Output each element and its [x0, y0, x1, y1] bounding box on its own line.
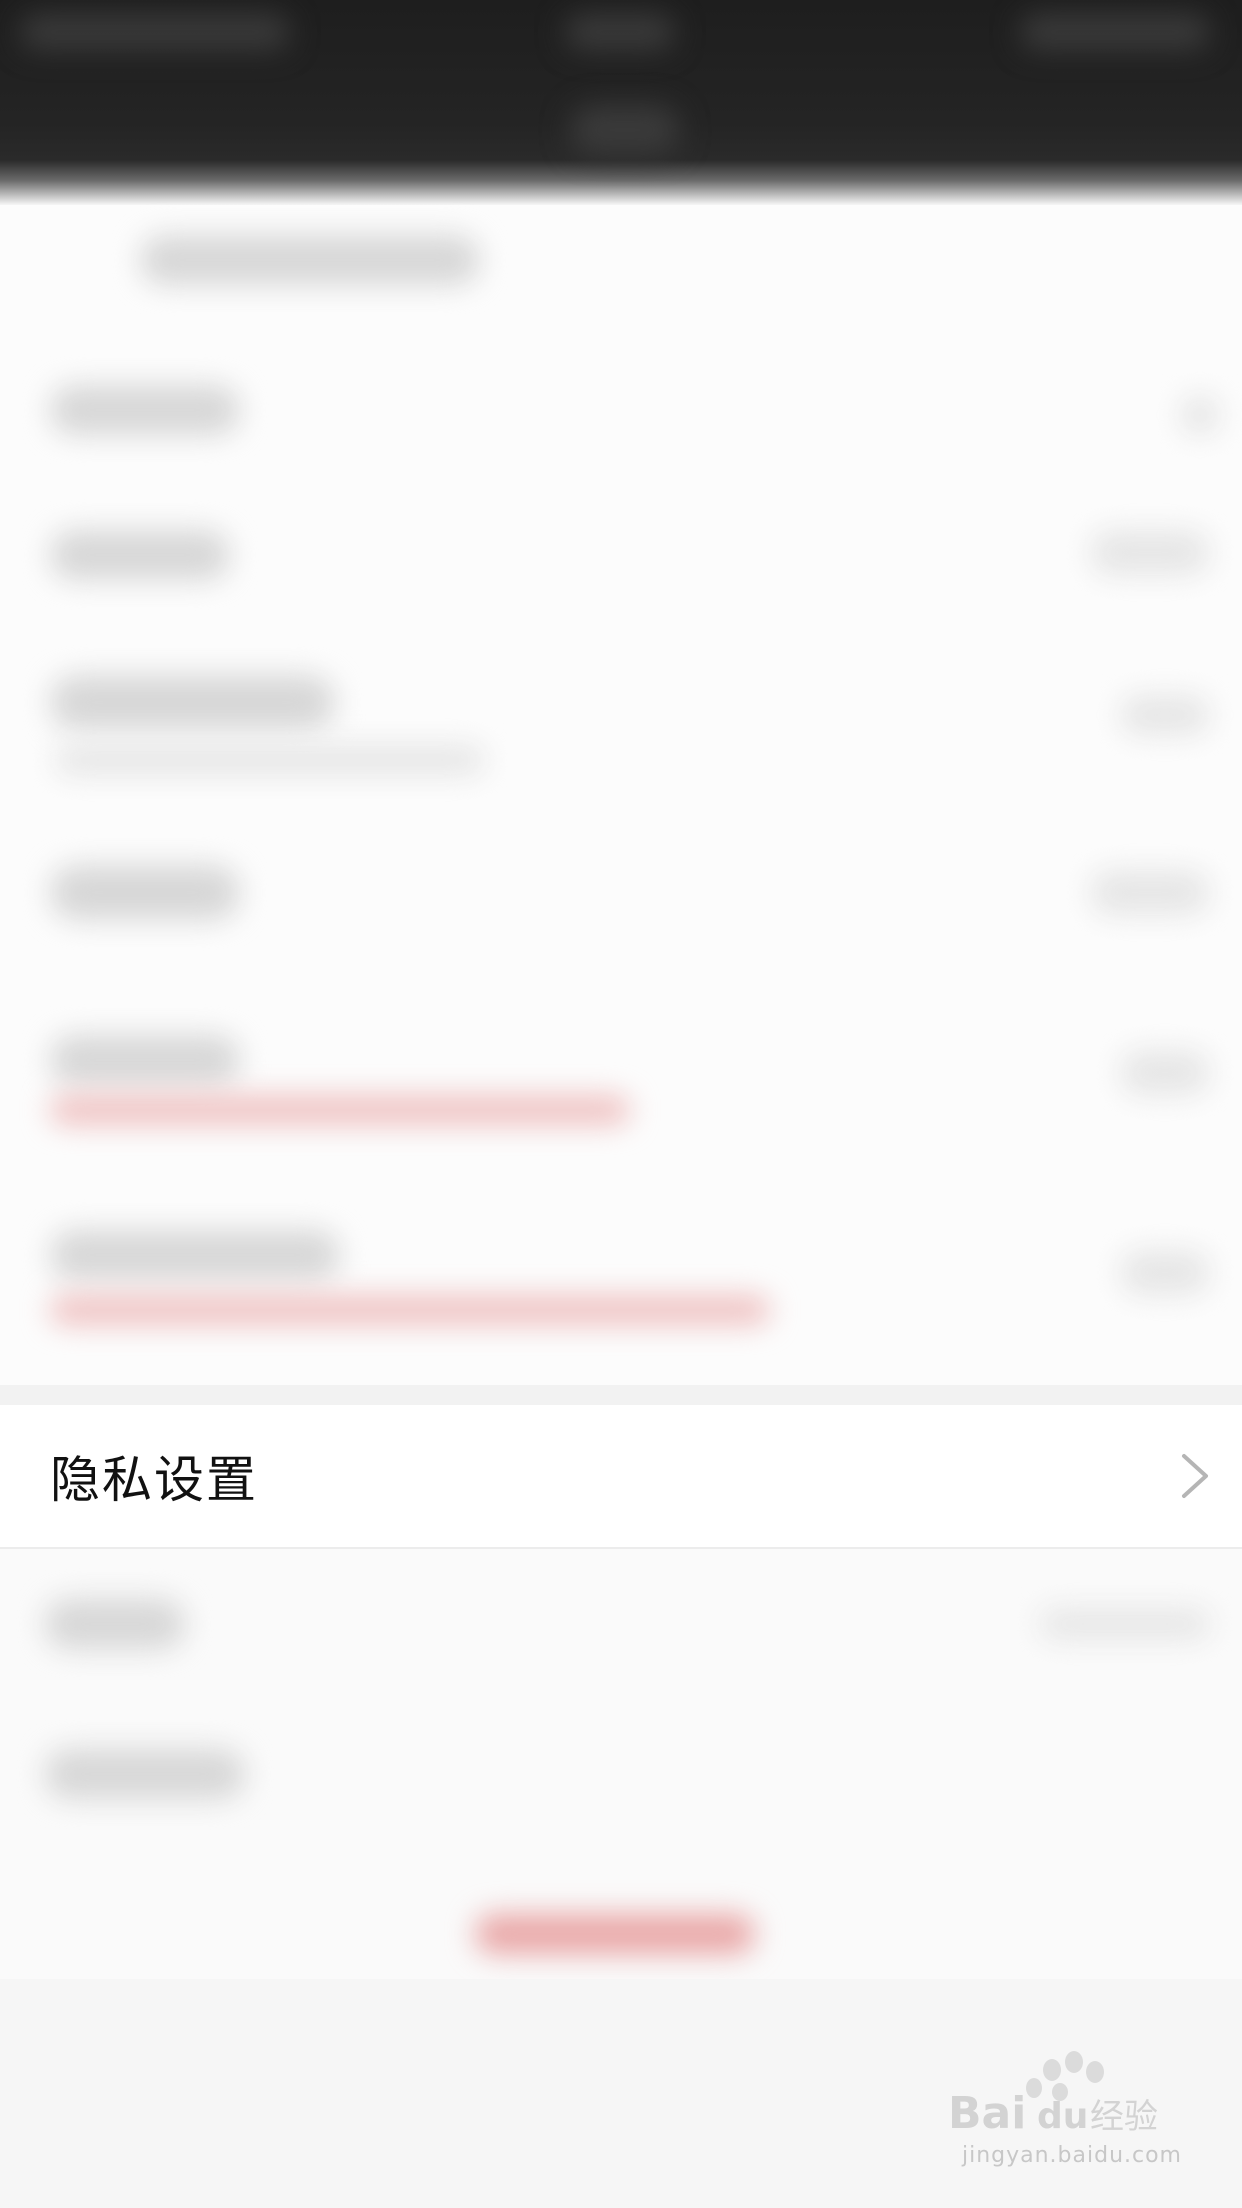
nav-title-blurred — [570, 105, 680, 155]
status-and-nav-bar — [0, 0, 1242, 205]
status-bar-time-blurred — [565, 14, 675, 50]
blurred-row-3[interactable] — [50, 675, 335, 730]
privacy-settings-row[interactable]: 隐私设置 — [0, 1405, 1242, 1549]
blurred-row-7[interactable] — [45, 1599, 185, 1649]
blurred-row-5[interactable] — [50, 1035, 240, 1085]
blurred-red-action[interactable] — [475, 1914, 755, 1954]
svg-text:经验: 经验 — [1090, 2097, 1158, 2137]
blurred-lower-list — [0, 1549, 1242, 1979]
status-bar-left-blurred — [20, 14, 290, 50]
blurred-row-8[interactable] — [45, 1749, 245, 1799]
privacy-settings-label: 隐私设置 — [50, 1451, 258, 1509]
blurred-header-text — [140, 235, 480, 285]
watermark-url: jingyan.baidu.com — [961, 2143, 1182, 2168]
svg-text:du: du — [1037, 2096, 1088, 2137]
blurred-settings-list — [0, 205, 1242, 1385]
blurred-row-6[interactable] — [50, 1230, 340, 1280]
status-bar-right-blurred — [1020, 14, 1210, 50]
section-divider — [0, 1385, 1242, 1405]
blurred-row-1[interactable] — [50, 385, 240, 435]
footer-area: Bai du 经验 jingyan.baidu.com — [0, 1979, 1242, 2208]
svg-text:Bai: Bai — [948, 2088, 1026, 2139]
blurred-row-2[interactable] — [50, 530, 230, 580]
chevron-right-icon — [1182, 1454, 1208, 1498]
blurred-row-4[interactable] — [50, 865, 240, 920]
